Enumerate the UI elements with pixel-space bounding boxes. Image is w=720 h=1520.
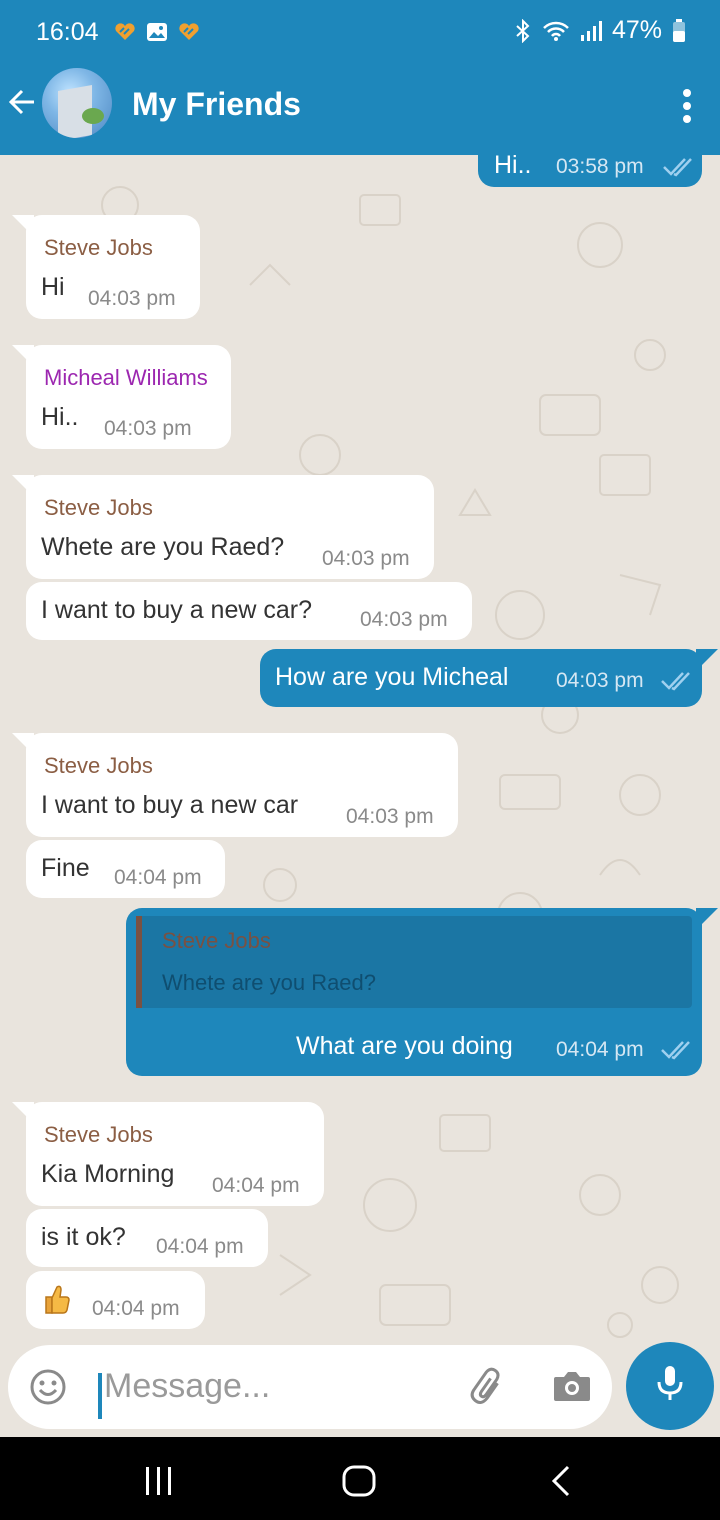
- message-text: Hi: [41, 273, 65, 301]
- sender-name: Steve Jobs: [44, 753, 153, 778]
- mic-button[interactable]: [626, 1342, 714, 1430]
- message-time: 04:04 pm: [92, 1297, 180, 1320]
- message-time: 04:04 pm: [556, 1038, 644, 1061]
- bluetooth-icon: [516, 18, 530, 43]
- message-time: 04:03 pm: [104, 417, 192, 440]
- incoming-message[interactable]: is it ok? 04:04 pm: [26, 1209, 268, 1267]
- outgoing-message[interactable]: Hi.. 03:58 pm: [478, 155, 702, 187]
- battery-icon: [673, 18, 685, 42]
- recent-apps-icon[interactable]: [144, 1467, 174, 1495]
- message-time: 03:58 pm: [556, 155, 644, 178]
- camera-icon[interactable]: [552, 1369, 592, 1403]
- avatar[interactable]: [42, 68, 112, 138]
- wifi-icon: [543, 21, 569, 41]
- double-check-icon: [663, 158, 692, 177]
- message-text: Hi..: [494, 155, 532, 179]
- incoming-message[interactable]: Fine 04:04 pm: [26, 840, 225, 898]
- message-text: I want to buy a new car: [41, 791, 299, 819]
- outgoing-message[interactable]: How are you Micheal 04:03 pm: [260, 649, 702, 707]
- quoted-sender: Steve Jobs: [162, 928, 271, 953]
- double-check-icon: [661, 672, 690, 691]
- message-text: Hi..: [41, 403, 79, 431]
- message-text: I want to buy a new car?: [41, 596, 312, 624]
- message-input-container[interactable]: Message...: [8, 1345, 612, 1429]
- signal-icon: [580, 20, 602, 41]
- emoji-icon[interactable]: [30, 1369, 66, 1405]
- back-arrow-icon[interactable]: [6, 86, 38, 118]
- status-bar: 16:04 47%: [0, 0, 720, 64]
- microphone-icon: [657, 1366, 683, 1400]
- incoming-message[interactable]: Steve Jobs Hi 04:03 pm: [26, 215, 200, 319]
- message-time: 04:03 pm: [322, 547, 410, 570]
- more-options-icon[interactable]: [682, 88, 692, 124]
- sender-name: Steve Jobs: [44, 1122, 153, 1147]
- outgoing-reply-message[interactable]: Steve Jobs Whete are you Raed? What are …: [126, 908, 702, 1076]
- message-time: 04:03 pm: [88, 287, 176, 310]
- incoming-message[interactable]: I want to buy a new car? 04:03 pm: [26, 582, 472, 640]
- sender-name: Steve Jobs: [44, 235, 153, 260]
- back-nav-icon[interactable]: [550, 1465, 572, 1497]
- message-time: 04:04 pm: [114, 866, 202, 889]
- attachment-icon[interactable]: [468, 1367, 508, 1407]
- quoted-message[interactable]: Steve Jobs Whete are you Raed?: [136, 916, 692, 1008]
- message-input[interactable]: Message...: [104, 1367, 270, 1406]
- message-text: Fine: [41, 854, 90, 882]
- chat-area[interactable]: Hi.. 03:58 pm Steve Jobs Hi 04:03 pm Mic…: [0, 155, 720, 1345]
- page-title[interactable]: My Friends: [132, 86, 301, 123]
- battery-percent: 47%: [611, 16, 662, 44]
- message-text: What are you doing: [296, 1032, 513, 1060]
- text-cursor: [98, 1373, 102, 1419]
- incoming-message[interactable]: Steve Jobs Kia Morning 04:04 pm: [26, 1102, 324, 1206]
- message-text: Kia Morning: [41, 1160, 175, 1188]
- thumbs-up-icon: [45, 1285, 70, 1314]
- app-bar: My Friends: [0, 64, 720, 155]
- quoted-text: Whete are you Raed?: [162, 970, 377, 995]
- incoming-message[interactable]: Steve Jobs Whete are you Raed? 04:03 pm: [26, 475, 434, 579]
- message-text: is it ok?: [41, 1223, 126, 1251]
- sender-name: Micheal Williams: [44, 365, 208, 390]
- heart-notification-icon: [115, 23, 135, 40]
- home-icon[interactable]: [342, 1465, 376, 1497]
- gallery-notification-icon: [147, 23, 167, 41]
- incoming-message[interactable]: Steve Jobs I want to buy a new car 04:03…: [26, 733, 458, 837]
- message-time: 04:03 pm: [346, 805, 434, 828]
- sender-name: Steve Jobs: [44, 495, 153, 520]
- message-text: How are you Micheal: [275, 663, 509, 691]
- message-time: 04:03 pm: [360, 608, 448, 631]
- double-check-icon: [661, 1041, 690, 1060]
- incoming-message[interactable]: 04:04 pm: [26, 1271, 205, 1329]
- incoming-message[interactable]: Micheal Williams Hi.. 04:03 pm: [26, 345, 231, 449]
- message-text: Whete are you Raed?: [41, 533, 285, 561]
- message-time: 04:04 pm: [212, 1174, 300, 1197]
- system-nav-bar: [0, 1437, 720, 1520]
- message-time: 04:03 pm: [556, 669, 644, 692]
- input-bar: Message...: [0, 1342, 720, 1437]
- heart-notification-icon-2: [179, 23, 199, 40]
- message-time: 04:04 pm: [156, 1235, 244, 1258]
- status-time: 16:04: [36, 18, 99, 46]
